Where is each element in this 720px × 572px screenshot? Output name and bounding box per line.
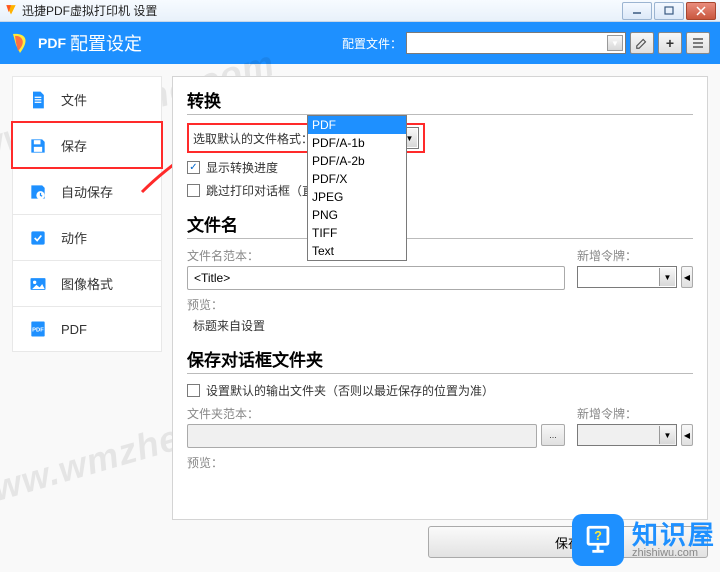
section-filename-heading: 文件名 (187, 211, 693, 239)
logo-pdf-text: PDF (38, 35, 66, 51)
format-option[interactable]: PDF/A-2b (308, 152, 406, 170)
show-progress-checkbox[interactable]: ✓ (187, 161, 200, 174)
edit-config-button[interactable] (630, 32, 654, 54)
sidebar-item-label: 保存 (61, 136, 87, 155)
zhishiwu-badge: ? 知识屋 zhishiwu.com (572, 514, 716, 566)
set-default-folder-checkbox[interactable] (187, 384, 200, 397)
skip-dialog-label: 跳过打印对话框（直 (206, 182, 314, 199)
section-convert-heading: 转换 (187, 87, 693, 115)
filename-token-label: 新增令牌： (577, 247, 693, 264)
app-header: PDF 配置设定 配置文件： <默认配置> ▼ + (0, 22, 720, 64)
app-icon (4, 4, 18, 18)
window-title: 迅捷PDF虚拟打印机 设置 (22, 2, 157, 19)
chevron-down-icon: ▼ (659, 426, 675, 444)
file-icon (27, 89, 49, 111)
sidebar-item-label: 图像格式 (61, 274, 113, 293)
save-icon (27, 135, 49, 157)
app-logo: PDF (10, 31, 66, 55)
format-label: 选取默认的文件格式： (193, 130, 313, 147)
list-config-button[interactable] (686, 32, 710, 54)
window-titlebar: 迅捷PDF虚拟打印机 设置 (0, 0, 720, 22)
format-dropdown[interactable]: PDF PDF/A-1b PDF/A-2b PDF/X JPEG PNG TIF… (307, 115, 407, 261)
folder-add-token-button[interactable]: ◀ (681, 424, 693, 446)
filename-token-select[interactable]: ▼ (577, 266, 677, 288)
zhishiwu-icon: ? (572, 514, 624, 566)
skip-dialog-checkbox[interactable] (187, 184, 200, 197)
sidebar-item-label: PDF (61, 322, 87, 337)
config-file-select[interactable]: <默认配置> ▼ (406, 32, 626, 54)
chevron-down-icon: ▼ (607, 35, 623, 51)
pdf-icon: PDF (27, 318, 49, 340)
sidebar-item-imageformat[interactable]: 图像格式 (12, 260, 162, 306)
sidebar-item-pdf[interactable]: PDF PDF (12, 306, 162, 352)
format-option[interactable]: Text (308, 242, 406, 260)
chevron-down-icon: ▼ (659, 268, 675, 286)
set-default-folder-label: 设置默认的输出文件夹（否则以最近保存的位置为准） (206, 382, 494, 399)
config-selected-text: <默认配置> (411, 35, 473, 52)
sidebar-item-label: 文件 (61, 90, 87, 109)
svg-text:PDF: PDF (32, 328, 44, 334)
format-option[interactable]: PDF/X (308, 170, 406, 188)
add-config-button[interactable]: + (658, 32, 682, 54)
show-progress-label: 显示转换进度 (206, 159, 278, 176)
format-option[interactable]: PNG (308, 206, 406, 224)
image-icon (27, 273, 49, 295)
filename-preview-value: 标题来自设置 (187, 315, 693, 336)
autosave-icon (27, 181, 49, 203)
svg-text:?: ? (594, 528, 602, 543)
folder-template-input[interactable] (187, 424, 537, 448)
folder-token-select[interactable]: ▼ (577, 424, 677, 446)
format-option[interactable]: PDF/A-1b (308, 134, 406, 152)
sidebar-item-save[interactable]: 保存 (12, 122, 162, 168)
sidebar-item-autosave[interactable]: 自动保存 (12, 168, 162, 214)
action-icon (27, 227, 49, 249)
config-file-label: 配置文件： (342, 35, 402, 52)
maximize-button[interactable] (654, 2, 684, 20)
minimize-button[interactable] (622, 2, 652, 20)
main-panel: 转换 选取默认的文件格式： PDF ▼ ✓ 显示转换进度 跳过打印对话框（直 P… (172, 76, 708, 520)
zhishiwu-title: 知识屋 (632, 522, 716, 548)
feather-icon (10, 31, 34, 55)
section-savefolder-heading: 保存对话框文件夹 (187, 346, 693, 374)
filename-preview-label: 预览： (187, 296, 693, 313)
folder-preview-label: 预览： (187, 454, 693, 471)
folder-token-label: 新增令牌： (577, 405, 693, 422)
browse-folder-button[interactable]: … (541, 424, 565, 446)
format-option[interactable]: JPEG (308, 188, 406, 206)
format-option[interactable]: PDF (308, 116, 406, 134)
filename-add-token-button[interactable]: ◀ (681, 266, 693, 288)
sidebar-item-label: 动作 (61, 228, 87, 247)
zhishiwu-url: zhishiwu.com (632, 548, 716, 559)
folder-template-label: 文件夹范本： (187, 405, 565, 422)
sidebar-item-label: 自动保存 (61, 182, 113, 201)
sidebar-item-actions[interactable]: 动作 (12, 214, 162, 260)
sidebar-item-file[interactable]: 文件 (12, 76, 162, 122)
header-title: 配置设定 (70, 30, 142, 56)
close-button[interactable] (686, 2, 716, 20)
filename-template-input[interactable]: <Title> (187, 266, 565, 290)
sidebar: 文件 保存 自动保存 动作 图像格式 PDF PDF (12, 76, 162, 352)
format-option[interactable]: TIFF (308, 224, 406, 242)
